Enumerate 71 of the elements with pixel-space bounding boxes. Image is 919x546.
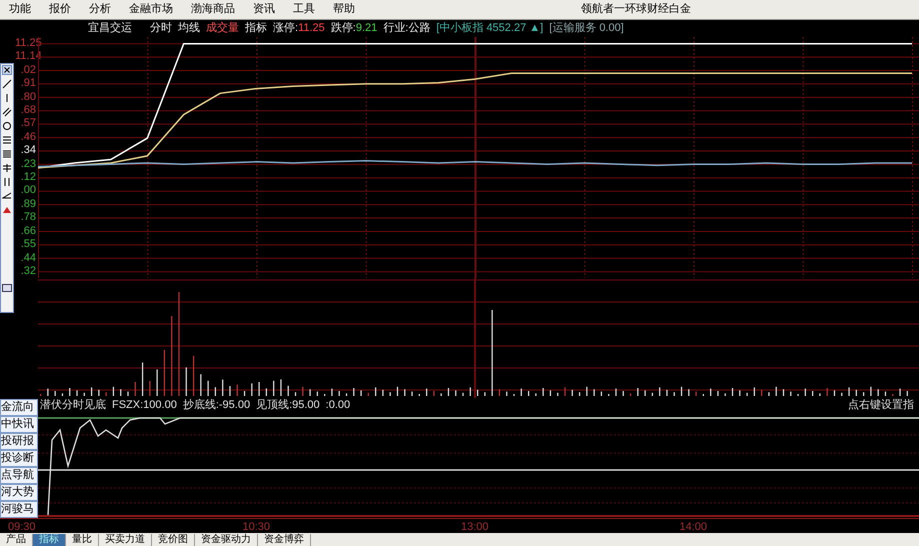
side-tab[interactable]: 金流向 [0, 399, 38, 416]
industry-label: 行业:公路 [383, 21, 430, 36]
price-label: .89 [20, 198, 37, 212]
bottom-tab[interactable]: 指标 [33, 534, 66, 546]
parallel-lines-icon[interactable] [2, 107, 12, 117]
close-icon[interactable] [2, 65, 12, 75]
time-label: 13:00 [461, 521, 489, 533]
limit-down-value: 9.21 [356, 21, 378, 36]
price-label: .02 [20, 64, 37, 78]
circle-icon[interactable] [2, 121, 12, 131]
chart-tab[interactable]: 分时 [150, 20, 172, 37]
chart-tab[interactable]: 指标 [245, 20, 267, 37]
time-label: 09:30 [8, 521, 36, 533]
stock-name: 宜昌交运 [88, 20, 132, 36]
stacked-lines-icon[interactable] [2, 149, 12, 159]
price-label: .00 [20, 184, 37, 198]
menu-item[interactable]: 帮助 [324, 1, 364, 18]
diagonal-line-icon[interactable] [2, 79, 12, 89]
bottom-tab[interactable]: 竞价图 [152, 534, 195, 546]
indicator-value: 抄底线:-95.00 [182, 398, 250, 414]
price-label: .44 [20, 252, 37, 265]
sector-quote: [运输服务 0.00] [549, 21, 624, 36]
price-label: .57 [20, 117, 37, 131]
bottom-tab[interactable]: 资金驱动力 [195, 534, 258, 546]
price-label: .68 [20, 104, 37, 118]
side-tab[interactable]: 河骏马 [0, 501, 38, 518]
side-tab[interactable]: 点导航 [0, 467, 38, 484]
chart-tab[interactable]: 成交量 [206, 20, 239, 37]
time-label: 10:30 [242, 521, 270, 533]
indicator-value: 见顶线:95.00 [256, 398, 320, 414]
window-icon[interactable] [2, 284, 12, 292]
indicator-value: :0.00 [326, 398, 350, 414]
menu-item[interactable]: 金融市场 [120, 1, 182, 18]
limit-up-value: 11.25 [298, 21, 325, 36]
chart-tab[interactable]: 均线 [178, 20, 200, 37]
price-label: .55 [20, 238, 37, 252]
price-label: .32 [20, 264, 37, 278]
menu-item[interactable]: 分析 [80, 1, 120, 18]
angle-icon[interactable] [2, 191, 12, 201]
index-quote: [中小板指 4552.27 ▲] [436, 21, 544, 36]
price-label: .80 [20, 90, 37, 104]
side-tab[interactable]: 河大势 [0, 484, 38, 501]
cross-lines-icon[interactable] [2, 163, 12, 173]
bottom-tab[interactable]: 量比 [66, 534, 99, 546]
horizontal-lines-icon[interactable] [2, 135, 12, 145]
bottom-tab[interactable]: 买卖力道 [99, 534, 152, 546]
price-label: .12 [20, 171, 37, 184]
indicator-value: FSZX:100.00 [112, 398, 177, 414]
menu-item[interactable]: 报价 [40, 1, 80, 18]
side-tab[interactable]: 中快讯 [0, 416, 38, 433]
price-label: .46 [20, 130, 37, 144]
menu-item[interactable]: 渤海商品 [182, 1, 244, 18]
price-label: .34 [20, 144, 37, 158]
time-label: 14:00 [680, 521, 708, 533]
bottom-tab[interactable]: 资金博弈 [258, 534, 311, 546]
price-label: .66 [20, 224, 37, 238]
window-title: 领航者一环球财经白金 [581, 2, 692, 18]
side-tab[interactable]: 投研报 [0, 433, 38, 450]
menu-item[interactable]: 资讯 [244, 1, 284, 18]
limit-down-label: 跌停: [330, 21, 356, 36]
menu-item[interactable]: 功能 [0, 1, 40, 18]
indicator-title: 潜伏分时见底 [40, 398, 106, 414]
menu-item[interactable]: 工具 [284, 1, 324, 18]
price-label: .91 [20, 77, 37, 91]
price-label: .23 [20, 158, 37, 172]
side-tab[interactable]: 投诊断 [0, 450, 38, 467]
vertical-bars-icon[interactable] [2, 177, 12, 187]
indicator-hint: 点右键设置指 [848, 398, 915, 414]
marker-icon[interactable] [2, 205, 12, 215]
price-label: .78 [20, 211, 37, 225]
limit-up-label: 涨停: [273, 21, 298, 36]
